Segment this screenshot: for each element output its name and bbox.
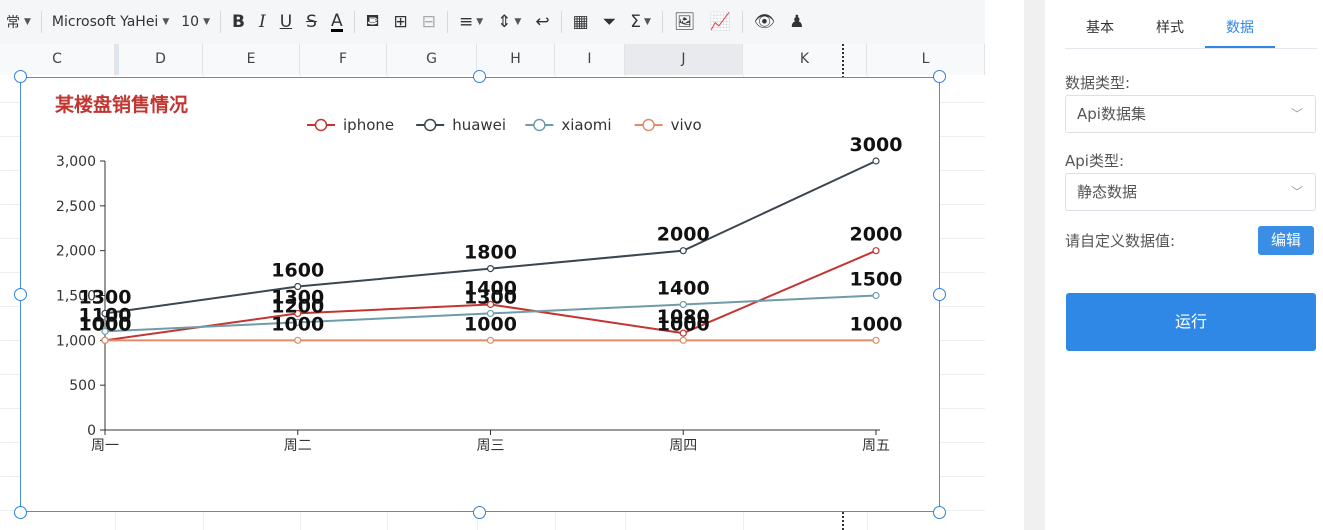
resize-handle[interactable] (14, 70, 27, 83)
chart-settings-panel: 基本 样式 数据 数据类型: Api数据集 ﹀ Api类型: 静态数据 ﹀ 请自定义… (1045, 0, 1323, 530)
resize-handle[interactable] (14, 506, 27, 519)
data-point-vivo (486, 336, 495, 344)
x-tick-label: 周二 (284, 438, 312, 454)
chevron-down-icon: ﹀ (1290, 107, 1303, 121)
resize-handle[interactable] (473, 506, 486, 519)
legend-marker-huawei (423, 118, 437, 132)
legend-label-huawei: huawei (452, 116, 506, 134)
y-tick-label: 500 (69, 378, 96, 394)
tab-data[interactable]: 数据 (1205, 0, 1275, 48)
legend-label-xiaomi: xiaomi (561, 116, 611, 134)
settings-tabs: 基本 样式 数据 (1065, 0, 1317, 49)
resize-handle[interactable] (933, 70, 946, 83)
data-label-huawei: 3000 (850, 134, 903, 156)
data-label-huawei: 1800 (464, 242, 517, 264)
data-label-xiaomi: 1500 (850, 269, 903, 291)
legend-marker-vivo (642, 118, 655, 132)
data-label-huawei: 2000 (657, 224, 710, 246)
x-tick-label: 周一 (91, 438, 119, 454)
data-label-vivo: 1000 (79, 313, 132, 335)
x-tick-label: 周五 (862, 438, 890, 454)
x-tick-label: 周三 (477, 438, 505, 454)
data-type-select[interactable]: Api数据集 ﹀ (1065, 95, 1316, 133)
data-point-vivo (679, 336, 687, 344)
legend-marker-xiaomi (533, 118, 546, 132)
legend-label-vivo: vivo (671, 116, 702, 134)
chevron-down-icon: ﹀ (1290, 185, 1303, 199)
data-label-xiaomi: 1300 (464, 286, 517, 308)
data-label-vivo: 1000 (657, 313, 710, 335)
data-type-value: Api数据集 (1077, 105, 1146, 123)
data-point-huawei (679, 247, 687, 255)
y-tick-label: 2,500 (56, 199, 96, 215)
line-chart: 05001,0001,5002,0002,5003,000周一 周二 周三 周四 周五i… (56, 116, 903, 454)
data-point-vivo (294, 336, 302, 344)
data-point-huawei (486, 265, 495, 273)
y-tick-label: 2,000 (56, 244, 96, 260)
panel-divider (1024, 0, 1045, 530)
resize-handle[interactable] (933, 288, 946, 301)
data-point-vivo (872, 336, 880, 344)
data-label-xiaomi: 1400 (657, 277, 710, 299)
resize-handle[interactable] (14, 288, 27, 301)
data-point-huawei (872, 157, 880, 165)
legend-marker-iphone (314, 118, 328, 132)
data-label-vivo: 1000 (271, 313, 324, 335)
tab-style[interactable]: 样式 (1135, 0, 1205, 48)
data-point-xiaomi (872, 291, 880, 300)
edit-button[interactable]: 编辑 (1258, 226, 1314, 255)
data-label-vivo: 1000 (464, 313, 517, 335)
data-label-vivo: 1000 (850, 313, 903, 335)
api-type-label: Api类型: (1065, 152, 1125, 170)
data-point-iphone (872, 247, 880, 255)
custom-data-label: 请自定义数据值: (1065, 232, 1176, 250)
tab-basic[interactable]: 基本 (1065, 0, 1135, 48)
legend-label-iphone: iphone (343, 116, 394, 134)
y-tick-label: 1,000 (56, 333, 96, 349)
x-tick-label: 周四 (669, 438, 697, 454)
data-type-label: 数据类型: (1065, 74, 1131, 92)
y-tick-label: 3,000 (56, 154, 96, 170)
y-tick-label: 0 (87, 423, 96, 439)
api-type-select[interactable]: 静态数据 ﹀ (1065, 173, 1316, 211)
data-label-huawei: 1600 (271, 260, 324, 282)
resize-handle[interactable] (473, 70, 486, 83)
data-point-vivo (101, 336, 109, 344)
run-button[interactable]: 运行 (1066, 293, 1316, 351)
api-type-value: 静态数据 (1077, 183, 1138, 201)
resize-handle[interactable] (933, 506, 946, 519)
data-label-iphone: 2000 (850, 224, 903, 246)
